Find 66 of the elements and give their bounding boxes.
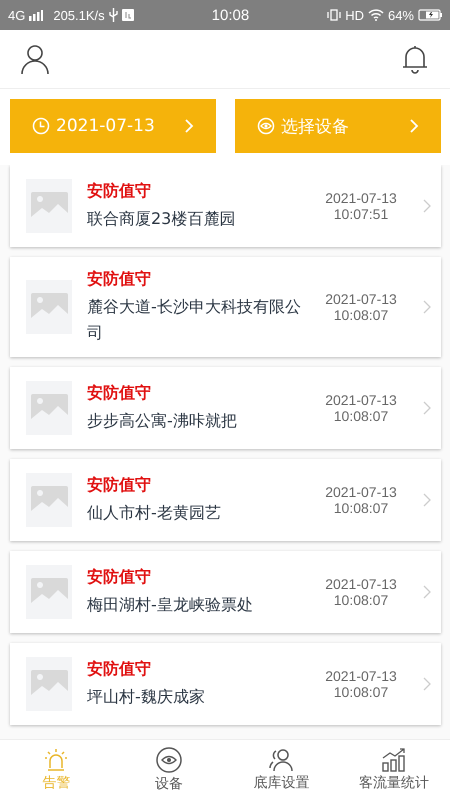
alarm-location: 步步高公寓-沸咔就把 (87, 410, 238, 432)
alarm-location: 联合商厦23楼百麓园 (87, 208, 236, 230)
people-icon (268, 748, 294, 772)
alarm-type: 安防值守 (87, 658, 152, 680)
chevron-right-icon (423, 677, 431, 692)
alarm-time: 10:07:51 (334, 206, 388, 222)
alarm-time: 10:08:07 (334, 307, 388, 324)
user-icon[interactable] (19, 43, 51, 75)
alarm-type: 安防值守 (87, 269, 152, 290)
alarm-card[interactable]: 安防值守 麓谷大道-长沙申大科技有限公司 2021-07-13 10:08:07 (10, 257, 441, 358)
nav-tab[interactable]: 设备 (112, 740, 225, 800)
network-label: 4G (8, 8, 26, 22)
image-placeholder-icon (26, 179, 72, 233)
nav-tab[interactable]: 客流量统计 (338, 740, 450, 800)
alarm-location: 仙人市村-老黄园艺 (87, 502, 222, 524)
vibrate-icon (327, 9, 342, 21)
notification-bell-icon[interactable] (400, 44, 430, 74)
chevron-right-icon (409, 119, 419, 133)
signal-icon (29, 10, 44, 20)
eye-icon (257, 117, 275, 135)
image-placeholder-icon (26, 473, 72, 528)
nav-tab[interactable]: 底库设置 (225, 740, 338, 800)
alarm-time: 10:08:07 (334, 408, 388, 424)
image-placeholder-icon (26, 381, 72, 436)
alarm-time: 10:08:07 (334, 500, 388, 516)
alarm-location: 坪山村-魏庆成家 (87, 686, 206, 708)
alarm-location: 梅田湖村-皇龙峡验票处 (87, 594, 254, 616)
app-notification-icon (122, 9, 134, 21)
alarm-type: 安防值守 (87, 382, 152, 404)
chevron-right-icon (423, 493, 431, 508)
hd-label: HD (345, 8, 364, 22)
alarm-card[interactable]: 安防值守 仙人市村-老黄园艺 2021-07-13 10:08:07 (10, 459, 441, 542)
chevron-right-icon (184, 119, 194, 133)
image-placeholder-icon (26, 657, 72, 712)
wifi-icon (368, 9, 384, 21)
alarm-card[interactable]: 安防值守 联合商厦23楼百麓园 2021-07-13 10:07:51 (10, 165, 441, 247)
clock-time: 10:08 (212, 6, 250, 24)
alarm-date: 2021-07-13 (325, 576, 397, 592)
battery-icon (418, 9, 442, 21)
alarm-date: 2021-07-13 (325, 190, 397, 206)
alarm-date: 2021-07-13 (325, 484, 397, 500)
chevron-right-icon (423, 300, 431, 314)
alarm-type: 安防值守 (87, 474, 152, 496)
battery-percent: 64% (388, 8, 414, 22)
alarm-card[interactable]: 安防值守 步步高公寓-沸咔就把 2021-07-13 10:08:07 (10, 367, 441, 450)
image-placeholder-icon (26, 565, 72, 620)
alarm-location: 麓谷大道-长沙申大科技有限公司 (87, 296, 302, 344)
alarm-type: 安防值守 (87, 180, 152, 202)
eye-icon (156, 747, 182, 773)
alarm-time: 10:08:07 (334, 592, 388, 608)
alarm-date: 2021-07-13 (325, 668, 397, 684)
bar-chart-icon (380, 748, 407, 772)
alarm-light-icon (43, 748, 70, 772)
network-speed: 205.1K/s (53, 8, 105, 22)
alarm-time: 10:08:07 (334, 684, 388, 700)
alarm-card[interactable]: 安防值守 坪山村-魏庆成家 2021-07-13 10:08:07 (10, 643, 441, 726)
chevron-right-icon (423, 401, 431, 416)
chevron-right-icon (423, 585, 431, 600)
image-placeholder-icon (26, 280, 72, 334)
alarm-date: 2021-07-13 (325, 392, 397, 408)
chevron-right-icon (423, 199, 431, 213)
usb-icon (108, 8, 118, 22)
alarm-card[interactable]: 安防值守 梅田湖村-皇龙峡验票处 2021-07-13 10:08:07 (10, 551, 441, 634)
alarm-type: 安防值守 (87, 566, 152, 588)
alarm-date: 2021-07-13 (325, 291, 397, 308)
clock-icon (32, 117, 50, 135)
